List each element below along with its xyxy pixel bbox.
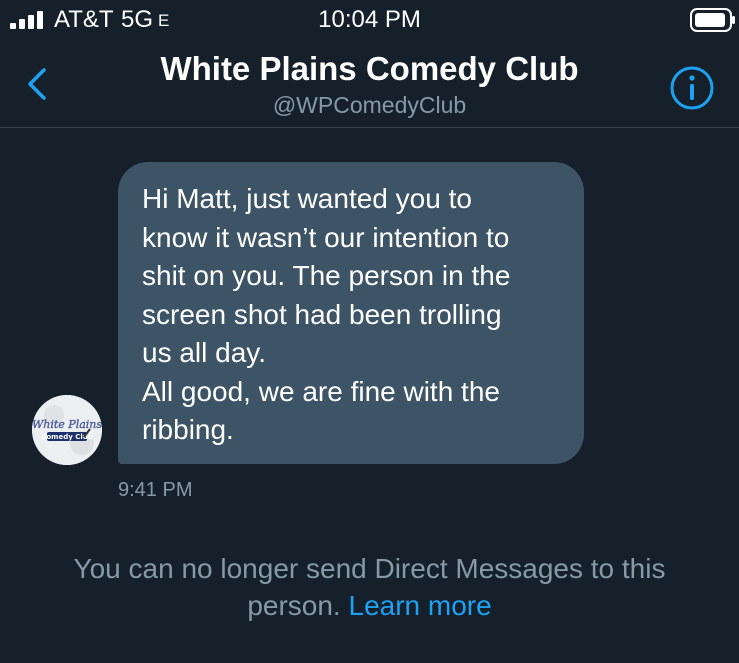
- message-timestamp: 9:41 PM: [118, 479, 193, 501]
- message-line: screen shot had been trolling: [142, 298, 502, 330]
- sender-avatar[interactable]: White Plains Comedy Club: [32, 395, 102, 465]
- message-line: know it wasn’t our intention to: [142, 221, 510, 253]
- info-icon[interactable]: [668, 64, 716, 112]
- status-bar: AT&T 5G E 10:04 PM: [0, 0, 739, 40]
- status-clock: 10:04 PM: [318, 6, 421, 33]
- conversation-handle: @WPComedyClub: [272, 92, 467, 118]
- message-bubble[interactable]: Hi Matt, just wanted you to know it wasn…: [118, 162, 584, 464]
- message-line: Hi Matt, just wanted you to: [142, 183, 472, 214]
- learn-more-link[interactable]: Learn more: [349, 590, 492, 621]
- notice-text: person.: [247, 590, 341, 621]
- battery-icon: [690, 8, 735, 32]
- conversation-title: White Plains Comedy Club: [160, 50, 579, 87]
- message-line: ribbing.: [142, 414, 234, 445]
- notice-line: You can no longer send Direct Messages t…: [73, 553, 666, 584]
- notice-line-2: person. Learn more: [0, 587, 739, 624]
- dm-disabled-notice: You can no longer send Direct Messages t…: [0, 550, 739, 624]
- message-line: All good, we are fine with the: [142, 375, 500, 407]
- message-line: us all day.: [142, 337, 266, 368]
- conversation-header: White Plains Comedy Club @WPComedyClub: [0, 40, 739, 128]
- svg-text:White Plains: White Plains: [32, 418, 102, 431]
- comedy-club-logo: White Plains Comedy Club: [32, 395, 102, 465]
- message-line: shit on you. The person in the: [142, 260, 511, 291]
